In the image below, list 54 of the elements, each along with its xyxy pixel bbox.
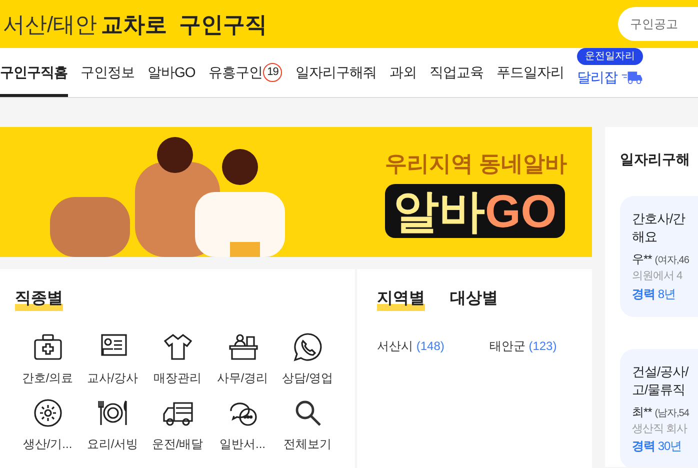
nav-tab[interactable]: 일자리구해줘 xyxy=(295,47,376,97)
office-desk-icon xyxy=(226,331,258,363)
career-label: 경력 xyxy=(632,286,655,300)
job-category-link[interactable]: 교사/강사 xyxy=(80,331,145,387)
region-title: 서산/태안 xyxy=(3,10,98,38)
card-title: 건설/공사/ xyxy=(632,362,690,380)
truck-icon xyxy=(621,70,644,85)
promo-banner[interactable]: 우리지역 동네알바 알바GO xyxy=(0,127,592,257)
brand-logo: 교차로 xyxy=(101,10,168,38)
age-badge: 19 xyxy=(263,63,282,82)
region-link[interactable]: 태안군 (123) xyxy=(489,337,557,355)
job-category-link[interactable]: 매장관리 xyxy=(145,331,210,387)
nav-tab[interactable]: 운전일자리 달리잡 xyxy=(576,47,644,97)
card-title: 해요 xyxy=(632,228,658,246)
person-name: 최** xyxy=(632,404,652,418)
career-label: 경력 xyxy=(632,439,655,453)
card-title: 간호사/간 xyxy=(632,210,686,228)
career-value: 8년 xyxy=(658,286,676,300)
career-value: 30년 xyxy=(658,439,682,453)
person-name: 우** xyxy=(632,252,652,266)
person-info: (여자,46 xyxy=(654,255,689,266)
job-category-link[interactable]: 간호/의료 xyxy=(15,331,80,387)
person-info: (남자,54 xyxy=(654,408,689,418)
resume-card[interactable]: 간호사/간 해요 우** (여자,46 의원에서 4 경력 8년 xyxy=(620,196,698,316)
medical-kit-icon xyxy=(32,331,64,363)
job-category-link[interactable]: 운전/배달 xyxy=(145,397,210,453)
job-category-link[interactable]: 사무/경리 xyxy=(210,331,275,387)
job-category-link[interactable]: 상담/영업 xyxy=(275,331,340,387)
card-description: 의원에서 4 xyxy=(632,269,684,284)
phone-chat-icon xyxy=(292,331,324,363)
gear-icon xyxy=(32,397,64,429)
banner-title: 알바GO xyxy=(385,184,565,238)
job-category-link[interactable]: 생산/기... xyxy=(15,397,80,453)
job-category-link[interactable]: 일반서... xyxy=(210,397,275,453)
nav-tab[interactable]: 구인정보 xyxy=(80,47,134,97)
banner-subtitle: 우리지역 동네알바 xyxy=(385,150,568,178)
region-tab[interactable]: 대상별 xyxy=(450,287,498,311)
card-description: 생산직 회사 xyxy=(632,422,688,436)
resume-card[interactable]: 건설/공사/ 고/물류직 최** (남자,54 생산직 회사 경력 30년 xyxy=(620,348,698,467)
job-category-link[interactable]: 요리/서빙 xyxy=(80,397,145,453)
card-title: 고/물류직 xyxy=(632,380,686,398)
side-title: 일자리구해 xyxy=(620,150,691,169)
nav-tab[interactable]: 푸드일자리 xyxy=(496,47,564,97)
job-tag: 운전일자리 xyxy=(576,48,643,65)
nav-tab[interactable]: 구인구직홈 xyxy=(0,47,68,97)
job-category-link[interactable]: 전체보기 xyxy=(275,397,340,453)
region-link[interactable]: 서산시 (148) xyxy=(377,337,444,355)
search-field[interactable]: 구인공고 xyxy=(618,7,698,41)
site-title: 구인구직 xyxy=(179,10,268,38)
shirt-icon xyxy=(162,331,194,363)
nav-tab[interactable]: 과외 xyxy=(389,47,416,97)
nav-tab[interactable]: 알바GO xyxy=(148,47,196,97)
nav-tab[interactable]: 직업교육 xyxy=(429,47,484,97)
nav-tab[interactable]: 유흥구인 19 xyxy=(208,47,282,97)
